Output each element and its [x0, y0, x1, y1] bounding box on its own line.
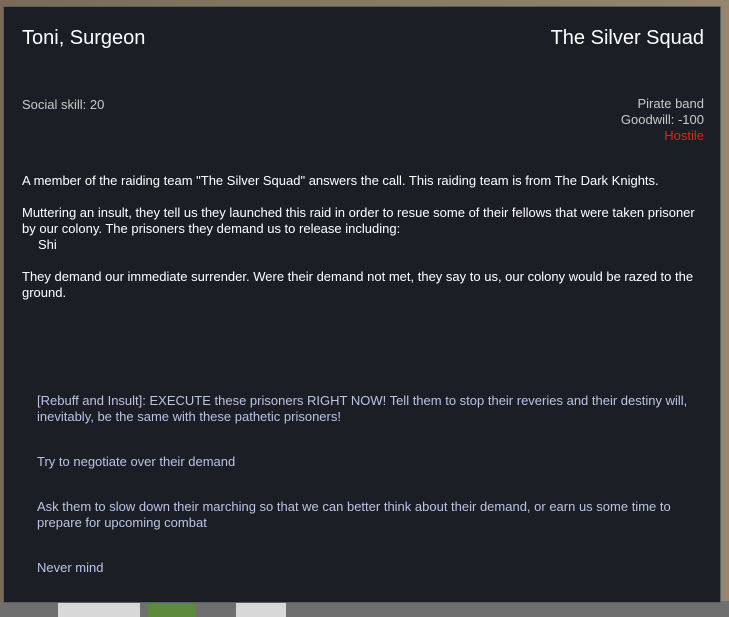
option-negotiate[interactable]: Try to negotiate over their demand	[37, 454, 702, 470]
map-tile	[236, 603, 286, 617]
option-never-mind[interactable]: Never mind	[37, 560, 702, 576]
dialog-options: [Rebuff and Insult]: EXECUTE these priso…	[37, 393, 702, 576]
map-tile	[58, 603, 140, 617]
option-slow-down[interactable]: Ask them to slow down their marching so …	[37, 499, 702, 531]
message-text: Muttering an insult, they tell us they l…	[22, 205, 695, 236]
message-body: A member of the raiding team "The Silver…	[22, 173, 702, 317]
social-skill: Social skill: 20	[22, 97, 105, 112]
message-paragraph: Muttering an insult, they tell us they l…	[22, 205, 702, 253]
relation-status: Hostile	[664, 128, 704, 143]
message-paragraph: A member of the raiding team "The Silver…	[22, 173, 659, 188]
faction-info: Pirate band Goodwill: -100 Hostile	[621, 96, 704, 144]
faction-name: The Silver Squad	[550, 27, 704, 49]
map-tile	[148, 603, 196, 617]
speaker-name: Toni, Surgeon	[22, 27, 146, 49]
option-rebuff-insult[interactable]: [Rebuff and Insult]: EXECUTE these priso…	[37, 393, 702, 425]
prisoner-name: Shi	[38, 237, 57, 252]
goodwill: Goodwill: -100	[620, 112, 704, 127]
faction-type: Pirate band	[637, 96, 705, 111]
message-paragraph: They demand our immediate surrender. Wer…	[22, 269, 694, 300]
comms-dialog: Toni, Surgeon The Silver Squad Social sk…	[3, 6, 721, 603]
